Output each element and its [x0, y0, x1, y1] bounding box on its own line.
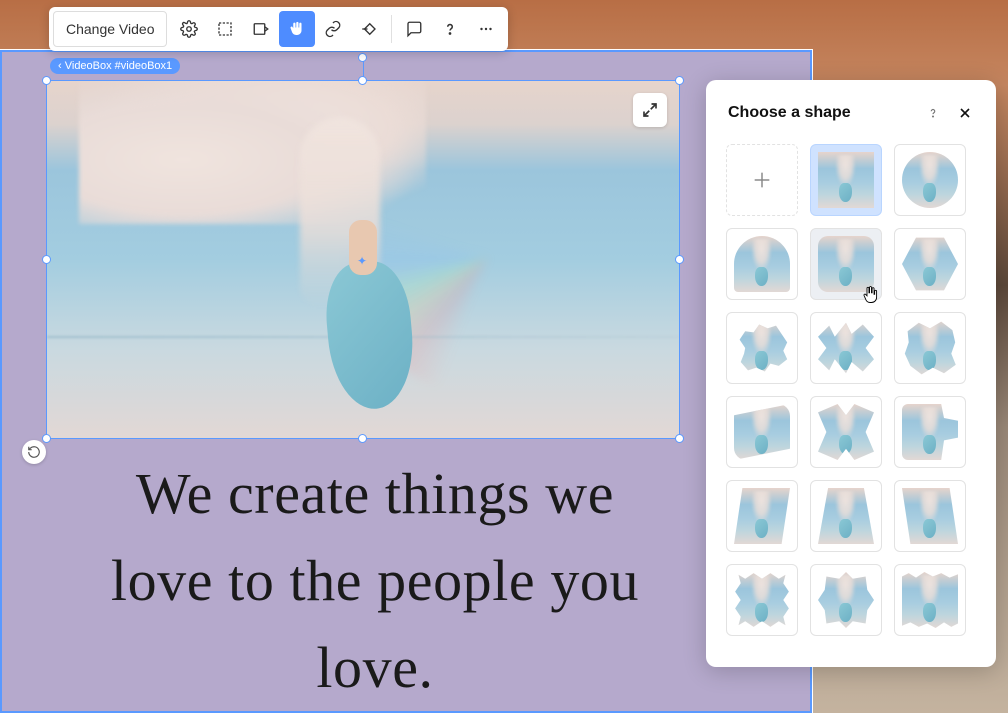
hand-wave-icon: [288, 20, 306, 38]
link-button[interactable]: [315, 11, 351, 47]
undo-icon: [27, 445, 41, 459]
resize-handle-tl[interactable]: [42, 76, 51, 85]
resize-handle-tc[interactable]: [358, 76, 367, 85]
panel-close-button[interactable]: [954, 102, 976, 124]
panel-title: Choose a shape: [728, 104, 851, 122]
shape-thumb: [902, 320, 958, 376]
add-custom-shape[interactable]: [726, 144, 798, 216]
shape-hexagon[interactable]: [894, 228, 966, 300]
shape-wave[interactable]: [726, 396, 798, 468]
shape-thumb: [902, 152, 958, 208]
expand-icon: [641, 101, 659, 119]
shape-thumb: [902, 572, 958, 628]
panel-header: Choose a shape: [706, 80, 996, 138]
shape-thumb: [734, 320, 790, 376]
shape-thumb: [734, 572, 790, 628]
shape-puzzle[interactable]: [810, 396, 882, 468]
panel-help-button[interactable]: [922, 102, 944, 124]
shapes-scroll[interactable]: [706, 138, 996, 667]
shape-thumb: [818, 404, 874, 460]
shape-arch[interactable]: [726, 228, 798, 300]
question-icon: [926, 106, 940, 120]
element-tag[interactable]: VideoBox #videoBox1: [50, 58, 180, 74]
settings-button[interactable]: [171, 11, 207, 47]
video-toolbar: Change Video: [49, 7, 508, 51]
shape-zigzag[interactable]: [810, 312, 882, 384]
shapes-grid: [726, 144, 980, 636]
gear-icon: [180, 20, 198, 38]
resize-handle-br[interactable]: [675, 434, 684, 443]
resize-handle-tr[interactable]: [675, 76, 684, 85]
center-indicator-icon: ✦: [357, 254, 367, 268]
resize-handle-bc[interactable]: [358, 434, 367, 443]
shape-thumb: [902, 404, 958, 460]
shape-circle[interactable]: [894, 144, 966, 216]
shape-thumb: [818, 320, 874, 376]
shape-thumb: [902, 488, 958, 544]
shape-thumb: [902, 236, 958, 292]
toolbar-divider: [391, 15, 392, 43]
video-box[interactable]: ✦: [46, 80, 680, 439]
shape-rounded[interactable]: [810, 228, 882, 300]
crop-icon: [216, 20, 234, 38]
expand-button[interactable]: [633, 93, 667, 127]
shape-bubbles[interactable]: [894, 312, 966, 384]
resize-handle-bl[interactable]: [42, 434, 51, 443]
shape-parallelogram-right[interactable]: [894, 480, 966, 552]
shape-ornate[interactable]: [810, 564, 882, 636]
shape-thumb: [734, 488, 790, 544]
shape-button[interactable]: [279, 11, 315, 47]
shape-square[interactable]: [810, 144, 882, 216]
change-video-button[interactable]: Change Video: [53, 11, 167, 47]
plus-icon: [751, 169, 773, 191]
shape-cloud[interactable]: [726, 312, 798, 384]
shape-thumb: [818, 236, 874, 292]
comment-button[interactable]: [396, 11, 432, 47]
shape-trapezoid[interactable]: [810, 480, 882, 552]
more-icon: [477, 20, 495, 38]
resize-handle-ml[interactable]: [42, 255, 51, 264]
crop-button[interactable]: [207, 11, 243, 47]
undo-button[interactable]: [22, 440, 46, 464]
shape-thumb: [734, 404, 790, 460]
shape-ripped[interactable]: [894, 564, 966, 636]
more-button[interactable]: [468, 11, 504, 47]
mask-icon: [252, 20, 270, 38]
shape-thumb: [818, 572, 874, 628]
shape-thumb: [818, 152, 874, 208]
question-icon: [441, 20, 459, 38]
help-button[interactable]: [432, 11, 468, 47]
hero-text[interactable]: We create things we love to the people y…: [100, 450, 650, 711]
animation-button[interactable]: [351, 11, 387, 47]
shape-parallelogram-left[interactable]: [726, 480, 798, 552]
close-icon: [957, 105, 973, 121]
shape-panel: Choose a shape: [706, 80, 996, 667]
resize-handle-mr[interactable]: [675, 255, 684, 264]
shape-blob[interactable]: [894, 396, 966, 468]
rotate-handle[interactable]: [358, 53, 367, 62]
mask-button[interactable]: [243, 11, 279, 47]
comment-icon: [405, 20, 423, 38]
link-icon: [324, 20, 342, 38]
animation-icon: [360, 20, 378, 38]
shape-stamp[interactable]: [726, 564, 798, 636]
shape-thumb: [734, 236, 790, 292]
shape-thumb: [818, 488, 874, 544]
